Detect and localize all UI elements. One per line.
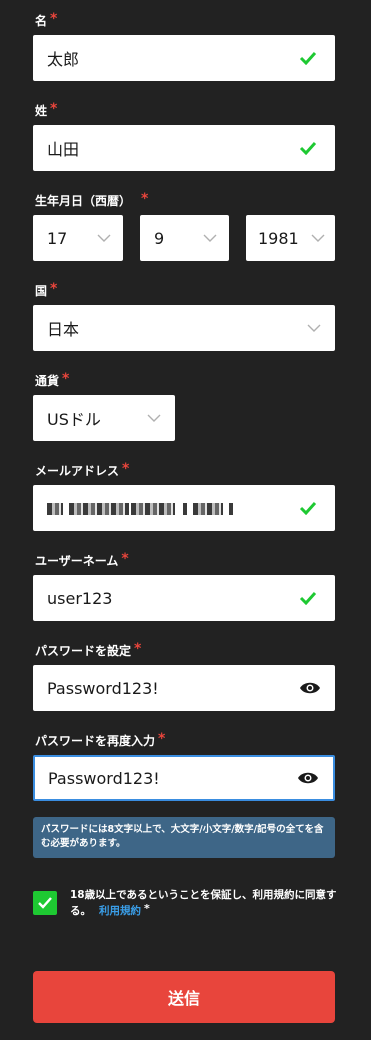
terms-link[interactable]: 利用規約	[99, 905, 141, 917]
chevron-down-icon	[203, 234, 217, 242]
country-select[interactable]: 日本	[33, 305, 335, 351]
required-mark: *	[134, 641, 142, 657]
country-label: 国 *	[35, 281, 58, 298]
password-confirm-field[interactable]: Password123!	[33, 755, 335, 801]
check-icon	[299, 501, 317, 515]
last-name-label: 姓 *	[35, 101, 58, 118]
check-icon	[299, 51, 317, 65]
birth-date-label: 生年月日（西暦） *	[35, 191, 149, 208]
required-mark: *	[50, 11, 58, 27]
password-label: パスワードを設定 *	[35, 641, 142, 658]
eye-icon[interactable]	[297, 771, 319, 785]
username-field[interactable]: user123	[33, 575, 335, 621]
agree-checkbox[interactable]	[33, 891, 57, 915]
required-mark: *	[62, 371, 70, 387]
required-mark: *	[50, 281, 58, 297]
currency-select[interactable]: USドル	[33, 395, 175, 441]
required-mark: *	[158, 731, 166, 747]
email-label: メールアドレス *	[35, 461, 130, 478]
chevron-down-icon	[97, 234, 111, 242]
username-label: ユーザーネーム *	[35, 551, 129, 568]
password-confirm-label: パスワードを再度入力 *	[35, 731, 166, 748]
required-mark: *	[144, 902, 150, 915]
email-redacted-value	[47, 499, 233, 518]
check-icon	[38, 897, 52, 909]
eye-icon[interactable]	[299, 681, 321, 695]
required-mark: *	[121, 551, 129, 567]
birth-day-select[interactable]: 17	[33, 215, 123, 261]
chevron-down-icon	[147, 414, 161, 422]
first-name-field[interactable]: 太郎	[33, 35, 335, 81]
birth-year-select[interactable]: 1981	[246, 215, 335, 261]
check-icon	[299, 141, 317, 155]
password-hint: パスワードには8文字以上で、大文字/小文字/数字/記号の全てを含む必要があります…	[33, 817, 335, 858]
check-icon	[299, 591, 317, 605]
chevron-down-icon	[307, 324, 321, 332]
last-name-field[interactable]: 山田	[33, 125, 335, 171]
email-field[interactable]	[33, 485, 335, 531]
required-mark: *	[50, 101, 58, 117]
agree-text: 18歳以上であるということを保証し、利用規約に同意する。 利用規約 *	[70, 889, 337, 917]
chevron-down-icon	[311, 234, 325, 242]
required-mark: *	[141, 191, 149, 207]
required-mark: *	[122, 461, 130, 477]
submit-button[interactable]: 送信	[33, 971, 335, 1023]
first-name-label: 名 *	[35, 11, 58, 28]
birth-month-select[interactable]: 9	[140, 215, 229, 261]
password-field[interactable]: Password123!	[33, 665, 335, 711]
currency-label: 通貨 *	[35, 371, 70, 388]
